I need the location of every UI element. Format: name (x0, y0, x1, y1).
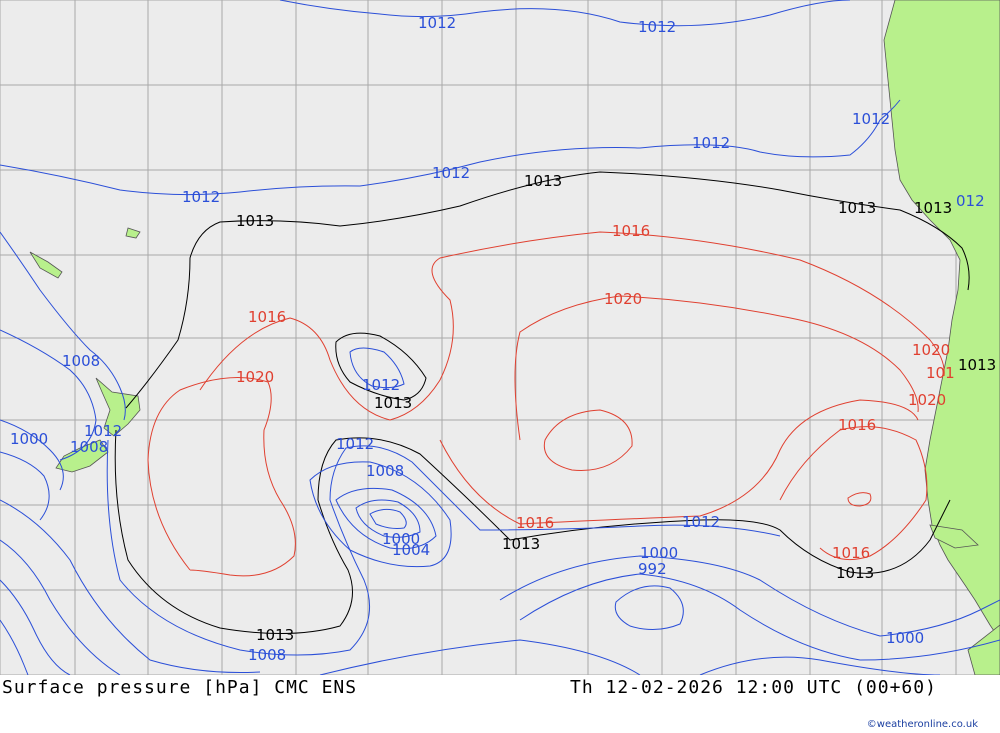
isobar-value-label: 1000 (10, 430, 48, 448)
isobar-value-label: 1016 (832, 544, 870, 562)
isobar-value-label: 1013 (958, 356, 996, 374)
isobar-value-label: 1016 (516, 514, 554, 532)
isobar-value-label: 1012 (362, 376, 400, 394)
isobar-value-label: 1008 (62, 352, 100, 370)
isobar-value-label: 1013 (256, 626, 294, 644)
isobar-value-label: 1016 (248, 308, 286, 326)
isobar-value-label: 012 (956, 192, 985, 210)
isobar-value-label: 1012 (418, 14, 456, 32)
isobar-value-label: 1013 (836, 564, 874, 582)
isobar-value-label: 1012 (638, 18, 676, 36)
isobar-value-label: 1013 (374, 394, 412, 412)
valid-time: Th 12-02-2026 12:00 UTC (00+60) (570, 677, 937, 698)
isobar-value-label: 1013 (502, 535, 540, 553)
isobar-value-label: 1020 (236, 368, 274, 386)
isobar-value-label: 1008 (248, 646, 286, 664)
isobar-value-label: 1000 (886, 629, 924, 647)
isobar-value-label: 1012 (852, 110, 890, 128)
isobar-value-label: 1016 (838, 416, 876, 434)
isobar-value-label: 1012 (682, 513, 720, 531)
isobar-value-label: 1013 (524, 172, 562, 190)
isobar-value-label: 101 (926, 364, 955, 382)
isobar-value-label: 1020 (604, 290, 642, 308)
isobar-value-label: 1013 (236, 212, 274, 230)
credit-link[interactable]: ©weatheronline.co.uk (867, 719, 978, 730)
isobar-value-label: 1012 (432, 164, 470, 182)
isobar-value-label: 1008 (70, 438, 108, 456)
isobar-value-label: 1012 (692, 134, 730, 152)
isobar-value-label: 1013 (914, 199, 952, 217)
isobar-value-label: 1004 (392, 541, 430, 559)
isobar-value-label: 1016 (612, 222, 650, 240)
isobar-value-label: 1020 (908, 391, 946, 409)
isobar-value-label: 1012 (182, 188, 220, 206)
map-title: Surface pressure [hPa] CMC ENS (2, 677, 358, 698)
isobar-value-label: 1013 (838, 199, 876, 217)
surface-pressure-map: 60E170E180170W160W150W140W130W120W110W10… (0, 0, 1000, 675)
isobar-value-label: 992 (638, 560, 667, 578)
isobar-value-label: 1008 (366, 462, 404, 480)
isobar-value-label: 1012 (336, 435, 374, 453)
isobar-value-label: 1020 (912, 341, 950, 359)
